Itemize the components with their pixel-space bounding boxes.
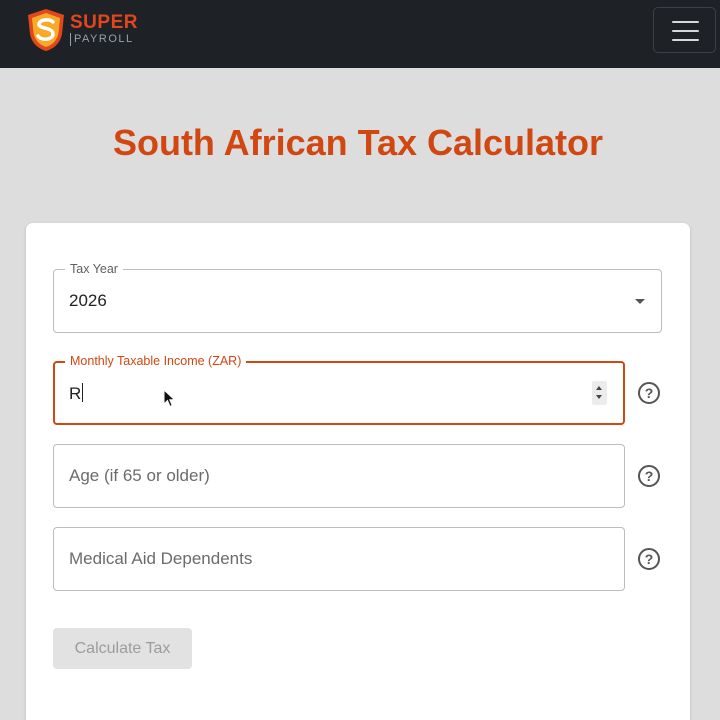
monthly-income-input[interactable]: Monthly Taxable Income (ZAR) R: [53, 354, 625, 425]
navbar: SUPER PAYROLL: [0, 0, 720, 68]
dependents-help-icon[interactable]: ?: [638, 548, 660, 570]
number-spinner[interactable]: [592, 381, 607, 405]
hamburger-menu-icon-line: [672, 21, 699, 23]
tax-year-select[interactable]: Tax Year 2026: [53, 262, 662, 333]
calculate-tax-button[interactable]: Calculate Tax: [53, 628, 192, 669]
hamburger-menu-icon-line: [672, 39, 699, 41]
tax-year-label: Tax Year: [65, 262, 123, 276]
brand-name: SUPER: [70, 12, 138, 33]
age-help-icon[interactable]: ?: [638, 465, 660, 487]
income-help-icon[interactable]: ?: [638, 382, 660, 404]
text-caret: [82, 383, 84, 402]
age-placeholder: Age (if 65 or older): [69, 466, 210, 485]
age-input[interactable]: Age (if 65 or older): [53, 444, 625, 508]
brand-subtitle: PAYROLL: [70, 33, 138, 46]
menu-toggle-button[interactable]: [653, 7, 716, 53]
spin-down-icon[interactable]: [596, 395, 602, 399]
monthly-income-text: R: [69, 384, 82, 403]
monthly-income-label: Monthly Taxable Income (ZAR): [65, 354, 247, 368]
hamburger-menu-icon-line: [672, 30, 699, 32]
mouse-cursor-icon: [163, 389, 176, 408]
tax-year-value: 2026: [69, 291, 107, 310]
dropdown-arrow-icon[interactable]: [635, 299, 645, 304]
brand-wordmark[interactable]: SUPER PAYROLL: [70, 13, 138, 46]
monthly-income-value: R: [69, 383, 84, 404]
spin-up-icon[interactable]: [596, 386, 602, 390]
medical-aid-dependents-input[interactable]: Medical Aid Dependents: [53, 527, 625, 591]
page-title: South African Tax Calculator: [112, 122, 604, 163]
medical-aid-dependents-placeholder: Medical Aid Dependents: [69, 549, 253, 568]
shield-logo-icon[interactable]: [26, 8, 66, 52]
